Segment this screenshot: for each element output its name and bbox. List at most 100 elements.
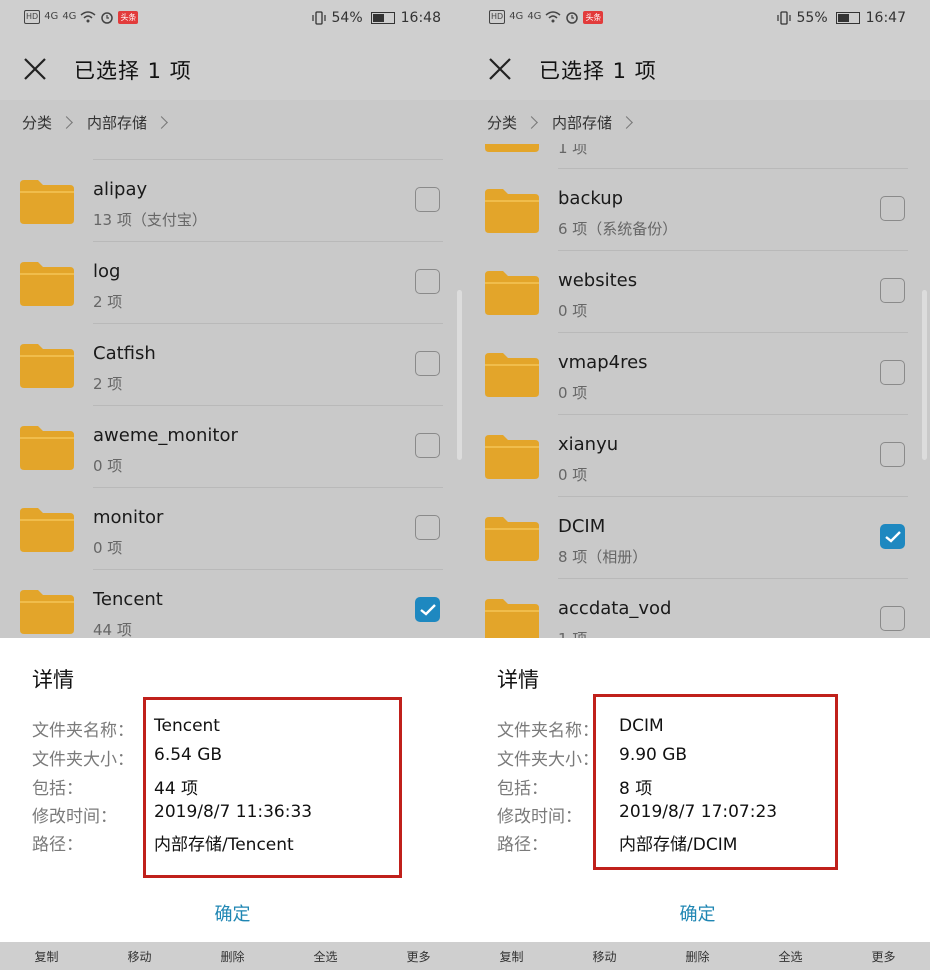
select-checkbox[interactable] [880,196,905,221]
status-bar: HD 4G 4G 头条 54% 16:48 [0,0,465,38]
detail-label: 修改时间： [497,807,582,827]
select-checkbox-checked[interactable] [880,524,905,549]
chevron-right-icon [525,115,538,129]
delete-button[interactable]: 删除 [220,948,244,965]
folder-row[interactable]: DCIM 8 项（相册） [465,496,930,578]
alarm-icon [101,12,114,24]
detail-label: 路径： [32,835,83,855]
folder-name: DCIM [558,516,606,537]
folder-icon [485,353,539,397]
folder-name: monitor [93,507,164,528]
bottom-toolbar: 复制 移动 删除 全选 更多 [465,942,930,970]
confirm-button[interactable]: 确定 [0,900,465,926]
vibrate-icon [311,11,326,25]
hd-icon: HD [24,10,41,24]
folder-row[interactable]: vmap4res 0 项 [465,332,930,414]
folder-item-count: 8 项（相册） [558,548,648,566]
folder-row[interactable]: accdata_vod 1 项 [465,578,930,638]
select-checkbox[interactable] [880,278,905,303]
breadcrumb-item-category[interactable]: 分类 [487,112,517,133]
folder-icon [485,435,539,479]
clock: 16:47 [865,10,906,26]
detail-label: 路径： [497,835,548,855]
folder-item-count: 1 项 [558,144,588,157]
confirm-button[interactable]: 确定 [465,900,930,926]
breadcrumb-item-internal-storage[interactable]: 内部存储 [87,112,147,133]
select-checkbox[interactable] [415,351,440,376]
select-checkbox[interactable] [415,269,440,294]
wifi-icon [80,11,96,23]
folder-row[interactable]: backup 6 项（系统备份） [465,168,930,250]
folder-name: vmap4res [558,352,648,373]
folder-row[interactable]: Catfish 2 项 [0,323,465,405]
detail-label: 包括： [32,779,83,799]
copy-button[interactable]: 复制 [34,948,58,965]
folder-item-count: 0 项 [558,466,588,484]
folder-item-count: 13 项（支付宝） [93,211,207,229]
detail-label: 文件夹大小： [497,750,599,770]
folder-icon [485,144,539,152]
alarm-icon [566,12,579,24]
select-checkbox[interactable] [880,360,905,385]
checkmark-icon [420,604,436,616]
phone-screen-right: HD 4G 4G 头条 55% 16:47 已选择 1 项 分类 内部存储 1 … [465,0,930,970]
detail-label: 文件夹名称： [32,721,134,741]
vibrate-icon [776,11,791,25]
breadcrumb-item-category[interactable]: 分类 [22,112,52,133]
selection-header: 已选择 1 项 [465,38,930,100]
folder-item-count: 2 项 [93,293,123,311]
folder-item-count: 1 项 [558,628,587,638]
folder-item-count: 6 项（系统备份） [558,220,678,238]
select-checkbox[interactable] [415,515,440,540]
highlight-box [143,697,402,878]
folder-row[interactable]: xianyu 0 项 [465,414,930,496]
folder-row[interactable]: aweme_monitor 0 项 [0,405,465,487]
folder-name: log [93,261,121,282]
folder-icon [485,599,539,638]
select-checkbox[interactable] [880,606,905,631]
folder-item-count: 44 项 [93,621,132,638]
select-all-button[interactable]: 全选 [778,948,802,965]
folder-row[interactable]: Tencent 44 项 [0,569,465,638]
folder-icon [485,517,539,561]
folder-row[interactable]: alipay 13 项（支付宝） [0,159,465,241]
folder-list: 1 项 backup 6 项（系统备份） websites 0 项 vmap4r… [465,144,930,638]
folder-name: backup [558,188,624,209]
select-checkbox[interactable] [880,442,905,467]
folder-icon [20,180,74,224]
move-button[interactable]: 移动 [592,948,616,965]
detail-label: 文件夹大小： [32,750,134,770]
folder-item-count: 0 项 [93,457,123,475]
page-title: 已选择 1 项 [74,59,192,83]
folder-row[interactable]: monitor 0 项 [0,487,465,569]
copy-button[interactable]: 复制 [499,948,523,965]
chevron-right-icon [155,115,168,129]
select-checkbox-checked[interactable] [415,597,440,622]
folder-icon [20,262,74,306]
breadcrumb-item-internal-storage[interactable]: 内部存储 [552,112,612,133]
details-dialog: 详情 文件夹名称： Tencent 文件夹大小： 6.54 GB 包括： 44 … [0,638,465,942]
folder-icon [485,271,539,315]
folder-name: alipay [93,179,148,200]
scrollbar[interactable] [457,290,462,460]
folder-name: aweme_monitor [93,425,238,446]
select-checkbox[interactable] [415,187,440,212]
select-all-button[interactable]: 全选 [313,948,337,965]
close-icon[interactable] [22,56,48,82]
delete-button[interactable]: 删除 [685,948,709,965]
close-icon[interactable] [487,56,513,82]
select-checkbox[interactable] [415,433,440,458]
detail-label: 文件夹名称： [497,721,599,741]
folder-row[interactable]: websites 0 项 [465,250,930,332]
move-button[interactable]: 移动 [127,948,151,965]
signal-icon: 4G [44,11,59,22]
detail-label: 包括： [497,779,548,799]
folder-name: Catfish [93,343,156,364]
clock: 16:48 [400,10,441,26]
folder-row[interactable]: log 2 项 [0,241,465,323]
folder-row-partial[interactable]: 1 项 [465,144,930,169]
battery-icon [835,12,860,24]
more-button[interactable]: 更多 [871,948,895,965]
more-button[interactable]: 更多 [406,948,430,965]
scrollbar[interactable] [922,290,927,460]
